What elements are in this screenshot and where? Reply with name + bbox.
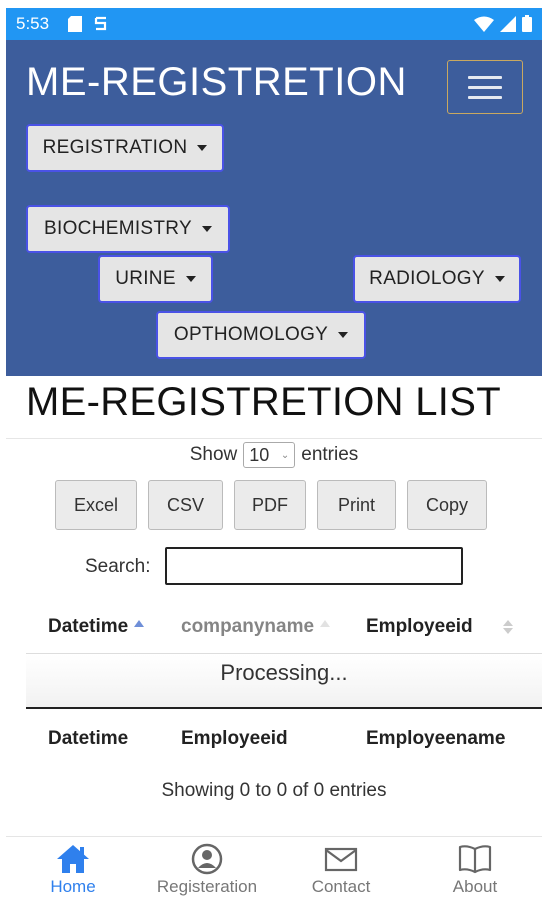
caret-down-icon	[185, 276, 196, 282]
nav-item-contact[interactable]: Contact	[274, 837, 408, 900]
search-row: Search:	[6, 546, 542, 586]
column-header-label: companyname	[181, 616, 315, 637]
nav-label-home: Home	[50, 877, 96, 896]
processing-indicator: Processing...	[26, 653, 542, 709]
column-header-label: Employeeid	[366, 616, 473, 637]
navbar-brand[interactable]: ME-REGISTRETION	[26, 60, 407, 105]
bottom-navigation: Home Registeration Contact About	[6, 836, 542, 900]
csv-button[interactable]: CSV	[148, 480, 223, 530]
search-input[interactable]	[165, 547, 463, 585]
print-button[interactable]: Print	[317, 480, 396, 530]
home-icon	[57, 845, 89, 873]
nav-item-about[interactable]: About	[408, 837, 542, 900]
radiology-dropdown[interactable]: RADIOLOGY	[353, 255, 521, 303]
wifi-icon	[474, 16, 494, 37]
opthomology-dropdown-label: OPTHOMOLOGY	[173, 324, 329, 345]
sort-icon	[320, 619, 331, 627]
user-circle-icon	[191, 843, 223, 875]
entries-select[interactable]: 10 ⌄	[243, 442, 296, 468]
status-bar: 5:53	[6, 8, 542, 40]
book-icon	[458, 845, 492, 874]
pdf-button[interactable]: PDF	[234, 480, 306, 530]
nav-label-registration: Registeration	[156, 877, 258, 896]
caret-down-icon	[197, 145, 208, 151]
app-frame: 5:53 ME-REGISTRETION REGISTRATION BIOCHE…	[6, 8, 542, 900]
footer-cell-datetime: Datetime	[48, 728, 129, 749]
urine-dropdown-label: URINE	[115, 268, 176, 289]
sort-both-icon	[502, 620, 513, 634]
status-time: 5:53	[16, 14, 50, 33]
sync-icon	[94, 16, 108, 37]
biochemistry-dropdown-label: BIOCHEMISTRY	[44, 218, 192, 239]
column-header-datetime[interactable]: Datetime	[48, 616, 145, 638]
show-label: Show	[189, 444, 238, 465]
radiology-dropdown-label: RADIOLOGY	[369, 268, 485, 289]
excel-button[interactable]: Excel	[55, 480, 137, 530]
hamburger-icon-bar	[468, 96, 502, 99]
divider	[6, 438, 542, 439]
length-control: Show 10 ⌄ entries	[6, 440, 542, 470]
signal-icon	[500, 15, 516, 37]
entries-label: entries	[301, 444, 359, 465]
navbar-toggler-button[interactable]	[447, 60, 523, 114]
hamburger-icon-bar	[468, 86, 502, 89]
nav-item-home[interactable]: Home	[6, 837, 140, 900]
battery-icon	[522, 15, 532, 37]
biochemistry-dropdown[interactable]: BIOCHEMISTRY	[26, 205, 230, 253]
hamburger-icon	[468, 76, 502, 79]
caret-down-icon	[338, 332, 349, 338]
urine-dropdown[interactable]: URINE	[98, 255, 213, 303]
footer-cell-employeename: Employeename	[366, 728, 506, 749]
nav-item-registration[interactable]: Registeration	[140, 837, 274, 900]
sort-ascending-icon	[134, 619, 145, 627]
mail-icon	[324, 847, 358, 872]
opthomology-dropdown[interactable]: OPTHOMOLOGY	[156, 311, 366, 359]
page-title: ME-REGISTRETION LIST	[26, 380, 501, 424]
sd-card-icon	[68, 16, 82, 37]
search-label: Search:	[85, 556, 151, 577]
nav-label-about: About	[452, 877, 498, 896]
table-footer: Datetime Employeeid Employeename	[26, 720, 542, 760]
column-header-companyname[interactable]: companyname	[181, 616, 331, 638]
status-indicators	[474, 15, 532, 37]
navbar: ME-REGISTRETION REGISTRATION BIOCHEMISTR…	[6, 40, 542, 376]
chevron-down-icon: ⌄	[280, 449, 290, 461]
table-info: Showing 0 to 0 of 0 entries	[161, 780, 387, 801]
column-header-label: Datetime	[48, 616, 129, 637]
footer-cell-employeeid: Employeeid	[181, 728, 288, 749]
caret-down-icon	[494, 276, 505, 282]
caret-down-icon	[201, 226, 212, 232]
registration-dropdown[interactable]: REGISTRATION	[26, 124, 224, 172]
entries-select-value: 10	[249, 444, 270, 465]
copy-button[interactable]: Copy	[407, 480, 487, 530]
registration-dropdown-label: REGISTRATION	[42, 137, 188, 158]
column-header-employeeid[interactable]: Employeeid	[366, 616, 513, 638]
table-header: Datetime companyname Employeeid	[26, 608, 542, 648]
sort-down-arrow	[502, 628, 513, 634]
nav-label-contact: Contact	[311, 877, 371, 896]
sort-up-arrow	[502, 620, 513, 626]
